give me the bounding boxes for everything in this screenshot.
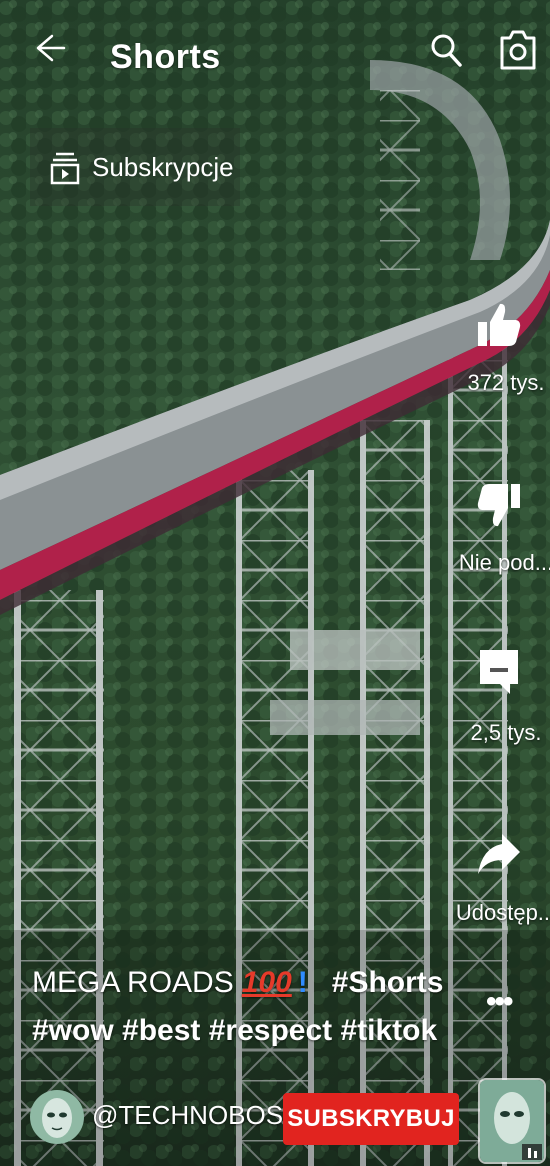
share-icon [478, 834, 520, 874]
subscriptions-icon [50, 152, 80, 185]
hashtag-shorts[interactable]: #Shorts [332, 966, 444, 999]
subscriptions-label: Subskrypcje [92, 152, 234, 182]
video-hashtags[interactable]: #wow #best #respect #tiktok [32, 1014, 437, 1048]
search-icon[interactable] [428, 30, 464, 70]
sound-thumbnail[interactable] [478, 1078, 546, 1164]
thumbs-up-icon [478, 303, 521, 346]
like-count: 372 tys. [467, 370, 545, 395]
exclamation-icon: ! [297, 966, 308, 999]
channel-avatar[interactable] [30, 1090, 84, 1144]
share-button[interactable]: Udostęp... [446, 830, 550, 940]
dislike-label: Nie pod... [458, 550, 550, 575]
subscriptions-chip[interactable]: Subskrypcje [30, 128, 240, 206]
top-bar: Shorts [0, 0, 550, 120]
share-label: Udostęp... [455, 900, 550, 925]
video-title-text: MEGA ROADS [32, 966, 234, 999]
comments-button[interactable]: 2,5 tys. [446, 650, 550, 760]
more-options-button[interactable]: ••• [486, 985, 513, 1019]
camera-icon[interactable] [498, 26, 538, 72]
like-button[interactable]: 372 tys. [446, 300, 550, 410]
channel-handle[interactable]: @TECHNOBOS.. [92, 1100, 298, 1131]
comment-count: 2,5 tys. [470, 720, 542, 745]
dislike-button[interactable]: Nie pod... [446, 480, 550, 590]
comment-icon [480, 650, 518, 694]
hundred-points-icon: 100 [241, 966, 292, 999]
back-arrow-icon[interactable] [30, 28, 70, 68]
thumbs-down-icon [477, 484, 520, 527]
subscribe-button[interactable]: SUBSKRYBUJ [283, 1093, 459, 1145]
video-title[interactable]: MEGA ROADS 100! #Shorts [32, 966, 443, 1000]
page-title: Shorts [110, 38, 221, 76]
